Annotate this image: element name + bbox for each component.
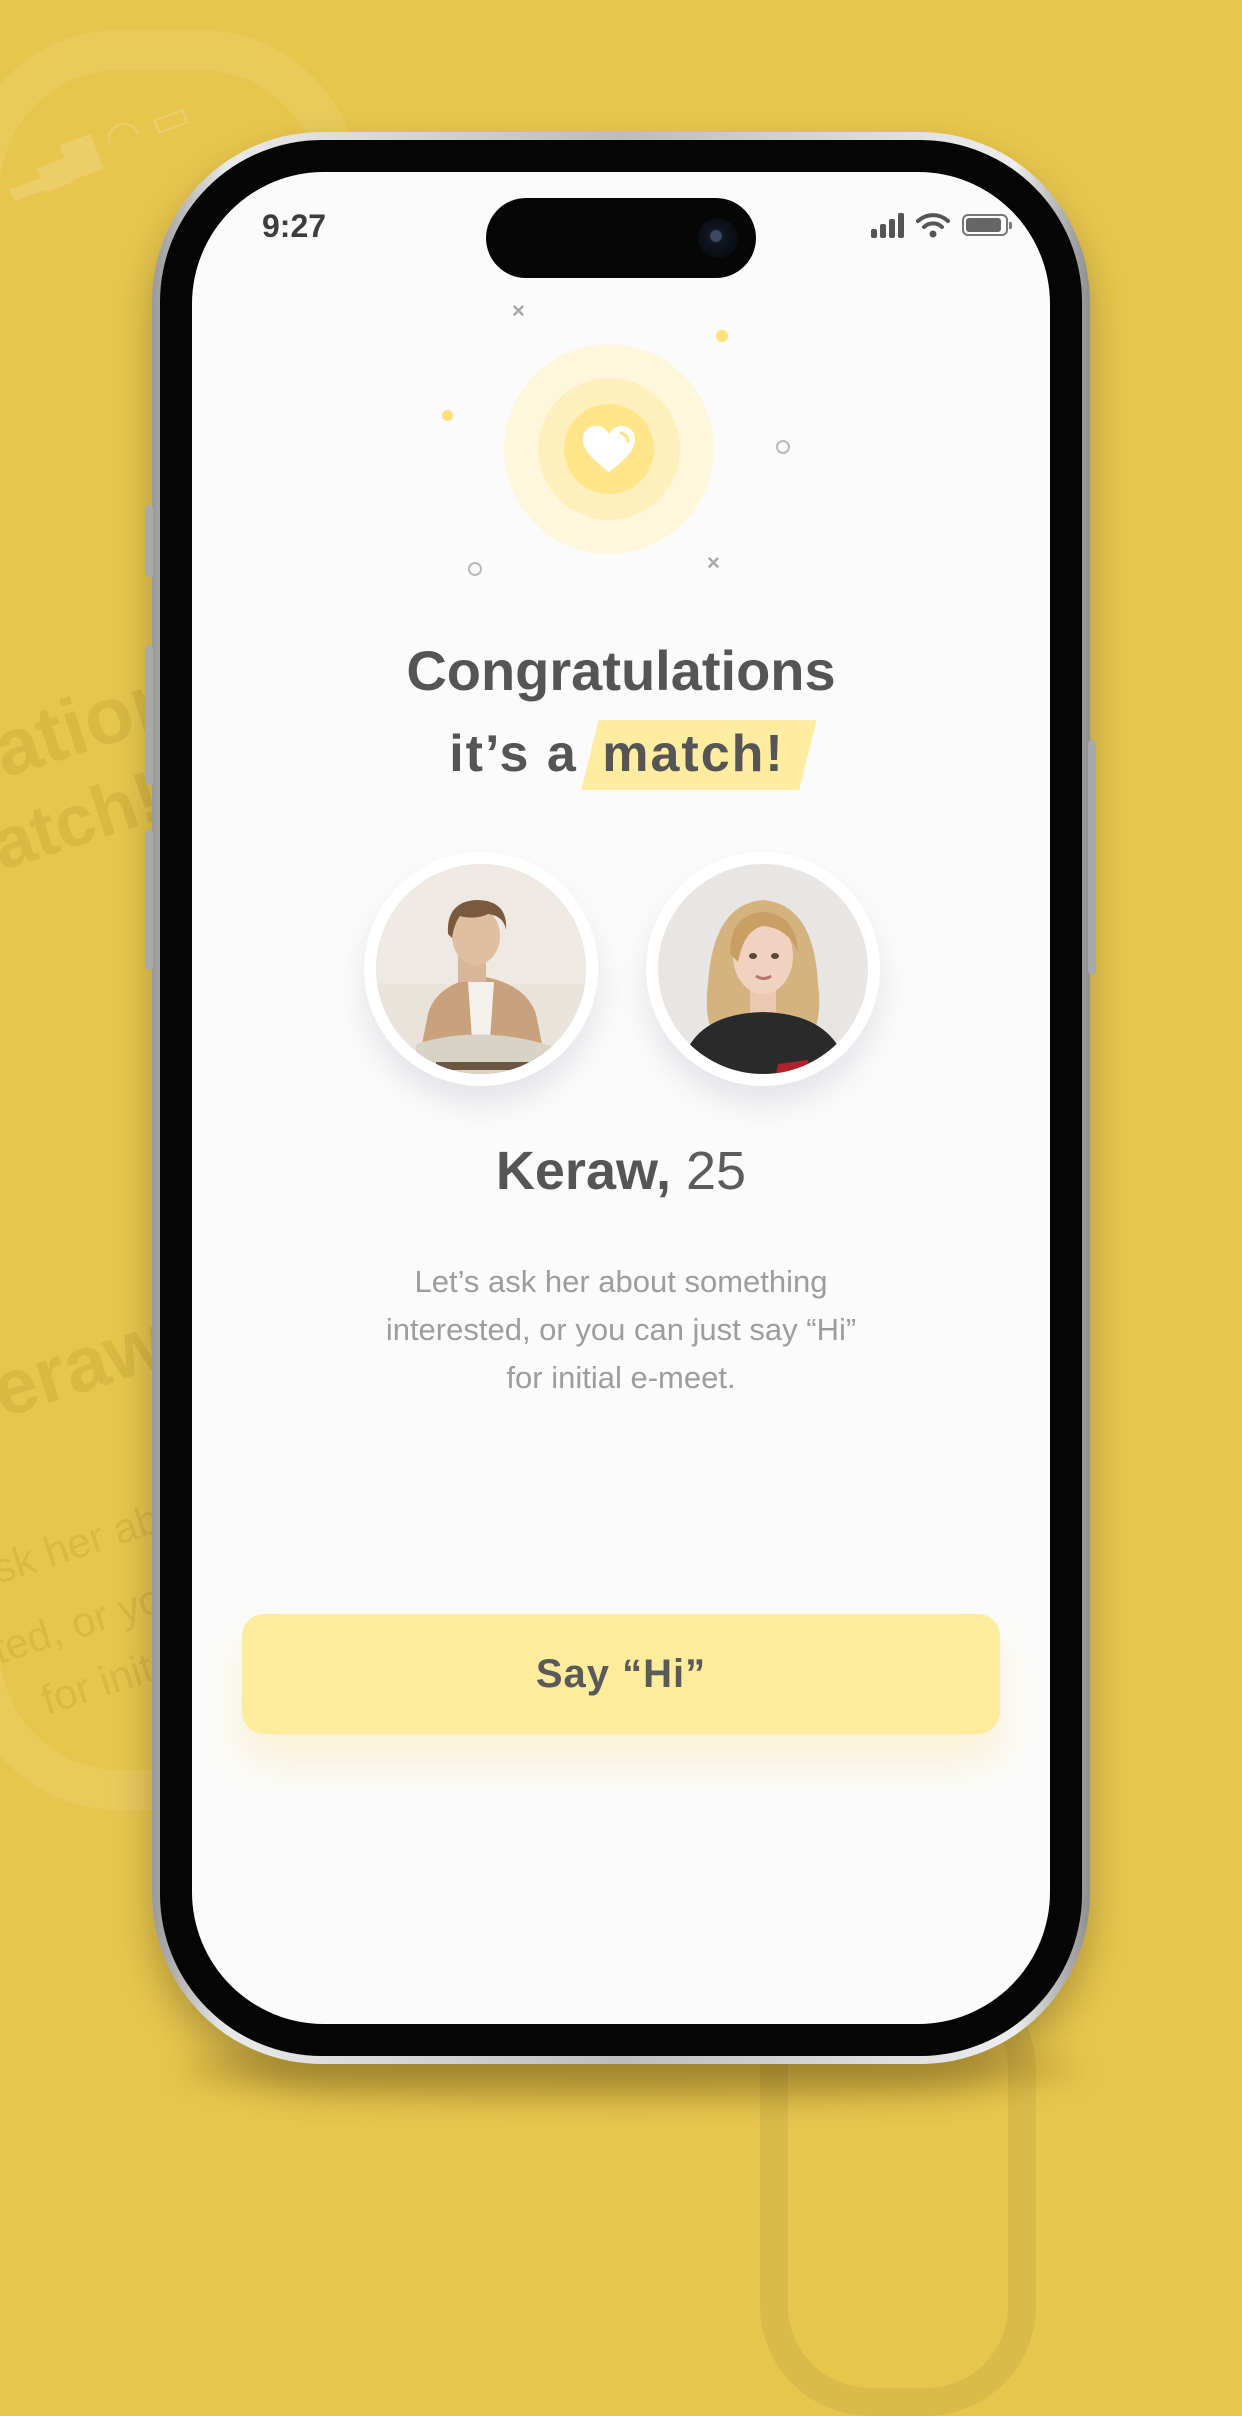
match-title: Congratulations <box>406 639 836 702</box>
sparkle-cross-icon: × <box>707 550 720 575</box>
match-highlight-text: match! <box>602 725 785 783</box>
signal-icon <box>871 212 904 238</box>
match-description: Let’s ask her about something interested… <box>326 1258 916 1402</box>
side-button <box>145 505 153 577</box>
wifi-icon <box>916 213 950 238</box>
status-icons <box>871 212 1012 238</box>
app-screen: 9:27 × × Congratulations it’s a match! K… <box>192 172 1050 2024</box>
match-name: Keraw, <box>495 1141 671 1201</box>
match-age: 25 <box>686 1141 747 1201</box>
heart-icon <box>583 426 635 472</box>
match-highlight: match! <box>594 724 792 784</box>
status-time: 9:27 <box>262 208 327 244</box>
side-button <box>145 830 153 970</box>
side-button <box>1088 740 1096 975</box>
sparkle-ring <box>776 440 790 454</box>
battery-icon <box>962 214 1012 236</box>
match-subtitle: it’s a match! <box>192 724 1050 784</box>
description-line: interested, or you can just say “Hi” <box>385 1312 857 1347</box>
sparkle-dot <box>716 330 728 342</box>
match-subtitle-prefix: it’s a <box>449 725 578 783</box>
description-line: for initial e-meet. <box>506 1360 736 1395</box>
sparkle-cross-icon: × <box>512 298 525 323</box>
my-avatar[interactable] <box>364 852 598 1086</box>
say-hi-button[interactable]: Say “Hi” <box>242 1614 1000 1734</box>
my-avatar-photo <box>376 864 586 1074</box>
match-name-age: Keraw, 25 <box>192 1140 1050 1202</box>
camera-icon <box>698 218 738 258</box>
sparkle-ring <box>468 562 482 576</box>
match-avatar[interactable] <box>646 852 880 1086</box>
match-avatar-photo <box>658 864 868 1074</box>
dynamic-island <box>486 198 756 278</box>
sparkle-dot <box>442 410 453 421</box>
heart-badge <box>564 404 654 494</box>
side-button <box>145 645 153 785</box>
description-line: Let’s ask her about something <box>414 1264 828 1299</box>
